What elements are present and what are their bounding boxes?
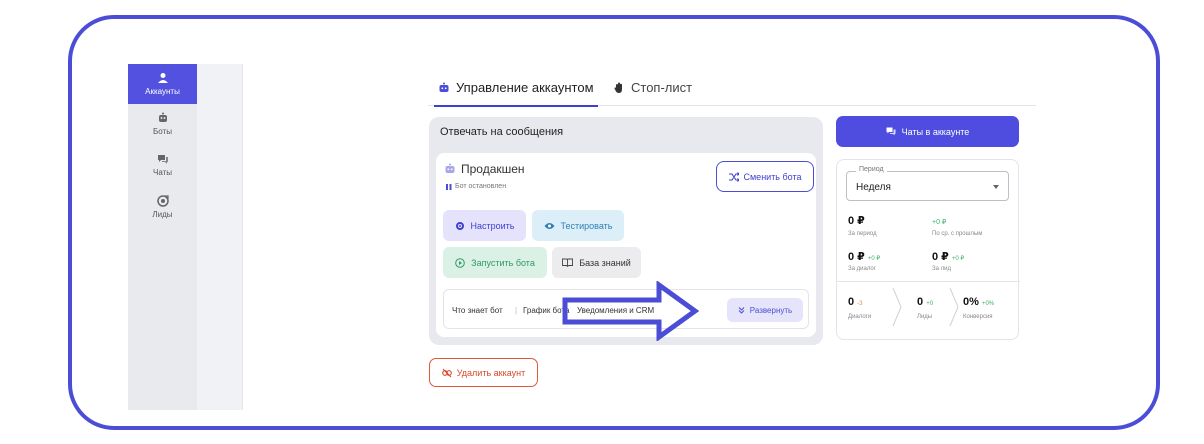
per-dialog-amount: 0 ₽ [848, 251, 865, 263]
start-bot-label: Запустить бота [471, 257, 535, 268]
sidebar-item-label: Аккаунты [145, 87, 180, 96]
per-dialog-value: 0 ₽ +0 ₽ [848, 250, 880, 263]
leads-value: 0 +0 [917, 296, 933, 308]
hand-icon [614, 82, 622, 93]
chevrons-down-icon [738, 306, 745, 314]
sidebar-item-label: Чаты [152, 168, 173, 177]
bot-icon [445, 163, 455, 173]
user-icon [157, 73, 168, 83]
tab-label: Стоп-лист [631, 80, 693, 95]
chevron-right-icon [892, 287, 902, 327]
target-icon [156, 195, 169, 207]
chat-icon [157, 155, 168, 164]
tab-bar: Управление аккаунтом Стоп-лист [428, 74, 1036, 107]
account-chats-label: Чаты в аккаунте [901, 126, 970, 137]
conversion-delta: +0% [981, 301, 995, 307]
tab-account-management[interactable]: Управление аккаунтом [434, 80, 598, 107]
bot-icon [158, 112, 167, 122]
link-bot-knowledge[interactable]: Что знает бот [452, 306, 503, 315]
sidebar-item-chats[interactable]: Чаты [128, 153, 197, 177]
shuffle-icon [728, 171, 739, 182]
chevron-right-icon [949, 287, 959, 327]
expand-button[interactable]: Развернуть [727, 298, 803, 322]
per-dialog-delta: +0 ₽ [867, 256, 881, 262]
per-dialog-caption: За диалог [848, 266, 876, 272]
per-lead-value: 0 ₽ +0 ₽ [932, 250, 964, 263]
sidebar-item-leads[interactable]: Лиды [128, 195, 197, 219]
expand-label: Развернуть [749, 305, 793, 315]
period-legend: Период [856, 166, 887, 173]
dialogs-delta: -3 [857, 301, 863, 307]
bot-name: Продакшен [444, 162, 525, 176]
period-select[interactable]: Период Неделя [846, 166, 1009, 201]
bot-name-text: Продакшен [461, 162, 525, 176]
bot-status: Бот остановлен [446, 183, 506, 190]
diff-caption: По ср. с прошлым [932, 231, 983, 237]
leads-count: 0 [917, 296, 924, 308]
conversion-rate: 0% [963, 296, 979, 308]
tab-label: Управление аккаунтом [456, 80, 594, 95]
per-lead-amount: 0 ₽ [932, 251, 949, 263]
bot-status-text: Бот остановлен [455, 183, 507, 190]
sidebar-item-label: Лиды [152, 210, 173, 219]
sidebar-item-label: Боты [153, 127, 172, 136]
delete-icon [441, 368, 452, 377]
book-icon [562, 258, 574, 267]
knowledge-base-label: База знаний [579, 257, 631, 268]
conversion-value: 0% +0% [963, 296, 994, 308]
total-value: 0 ₽ [848, 215, 865, 227]
sidebar-item-bots[interactable]: Боты [128, 112, 197, 136]
tab-stop-list[interactable]: Стоп-лист [613, 80, 692, 95]
total-caption: За период [848, 231, 877, 237]
highlight-frame: Аккаунты Боты Чаты Лиды Управление аккау… [68, 15, 1160, 430]
per-lead-caption: За лид [932, 266, 951, 272]
per-lead-delta: +0 ₽ [951, 256, 965, 262]
configure-label: Настроить [470, 220, 515, 231]
test-label: Тестировать [560, 220, 613, 231]
pause-icon [446, 183, 452, 190]
account-chats-button[interactable]: Чаты в аккаунте [836, 116, 1019, 147]
dialogs-value: 0 -3 [848, 296, 863, 308]
secondary-panel [197, 64, 243, 410]
chat-icon [886, 127, 896, 136]
sidebar: Аккаунты Боты Чаты Лиды [128, 64, 197, 410]
eye-icon [544, 222, 555, 229]
conversion-caption: Конверсия [963, 314, 993, 320]
configure-button[interactable]: Настроить [443, 210, 526, 241]
dialogs-count: 0 [848, 296, 855, 308]
knowledge-base-button[interactable]: База знаний [552, 247, 641, 278]
delete-account-label: Удалить аккаунт [456, 367, 526, 378]
card-title: Отвечать на сообщения [440, 126, 564, 138]
switch-bot-label: Сменить бота [743, 171, 802, 182]
switch-bot-button[interactable]: Сменить бота [716, 161, 814, 192]
leads-delta: +0 [926, 301, 934, 307]
test-button[interactable]: Тестировать [532, 210, 624, 241]
stats-divider [837, 281, 1020, 282]
delete-account-button[interactable]: Удалить аккаунт [429, 358, 538, 387]
link-separator: | [515, 306, 518, 315]
period-value: Неделя [856, 182, 891, 193]
gear-icon [455, 221, 464, 230]
sidebar-item-accounts[interactable]: Аккаунты [128, 64, 197, 104]
stats-panel: Период Неделя 0 ₽ За период +0 ₽ По ср. … [836, 159, 1020, 340]
pointer-arrow-icon [562, 281, 700, 341]
chevron-down-icon [993, 185, 999, 189]
play-icon [455, 257, 465, 268]
leads-caption: Лиды [917, 314, 933, 320]
diff-value: +0 ₽ [932, 219, 947, 226]
start-bot-button[interactable]: Запустить бота [443, 247, 547, 278]
dialogs-caption: Диалоги [848, 314, 872, 320]
bot-icon [439, 82, 449, 92]
